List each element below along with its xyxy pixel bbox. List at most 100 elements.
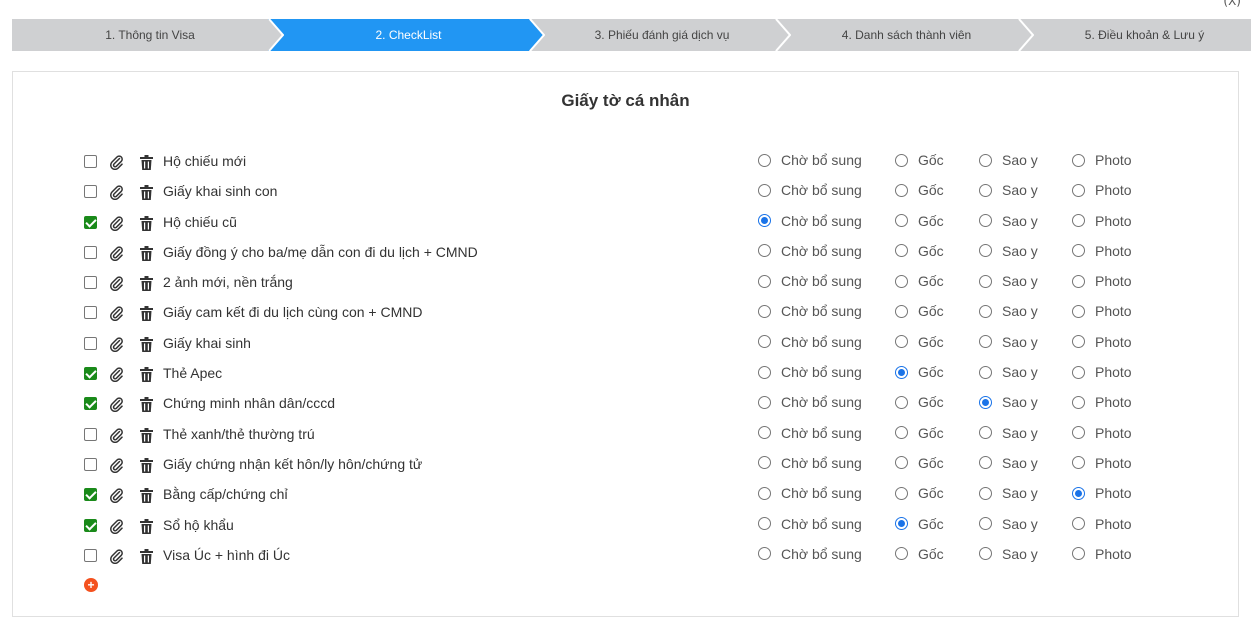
- status-radio[interactable]: [758, 395, 771, 409]
- status-option[interactable]: Sao y: [979, 423, 1038, 443]
- status-option[interactable]: Chờ bổ sung: [758, 423, 862, 443]
- document-checkbox[interactable]: [84, 367, 97, 381]
- trash-icon[interactable]: [140, 488, 153, 504]
- status-radio[interactable]: [979, 214, 992, 228]
- status-radio[interactable]: [895, 274, 908, 288]
- status-option[interactable]: Gốc: [895, 453, 944, 473]
- status-radio[interactable]: [1072, 456, 1085, 470]
- trash-icon[interactable]: [140, 518, 153, 534]
- status-radio[interactable]: [979, 547, 992, 561]
- status-option[interactable]: Gốc: [895, 423, 944, 443]
- paperclip-icon[interactable]: [109, 487, 123, 504]
- status-option[interactable]: Chờ bổ sung: [758, 514, 862, 534]
- status-option[interactable]: Photo: [1072, 271, 1132, 291]
- status-radio[interactable]: [895, 335, 908, 349]
- status-option[interactable]: Chờ bổ sung: [758, 241, 862, 261]
- status-radio[interactable]: [1072, 304, 1085, 318]
- trash-icon[interactable]: [140, 548, 153, 564]
- status-option[interactable]: Sao y: [979, 301, 1038, 321]
- paperclip-icon[interactable]: [109, 427, 123, 443]
- status-radio[interactable]: [1072, 214, 1085, 228]
- status-radio[interactable]: [979, 304, 992, 318]
- status-option[interactable]: Gốc: [895, 271, 944, 291]
- status-radio[interactable]: [1072, 335, 1085, 349]
- paperclip-icon[interactable]: [109, 396, 123, 413]
- status-radio[interactable]: [895, 183, 908, 197]
- status-radio[interactable]: [979, 183, 992, 197]
- document-checkbox[interactable]: [84, 185, 97, 199]
- document-checkbox[interactable]: [84, 155, 97, 168]
- status-option[interactable]: Chờ bổ sung: [758, 301, 862, 321]
- paperclip-icon[interactable]: [109, 154, 123, 171]
- status-option[interactable]: Sao y: [979, 362, 1038, 382]
- paperclip-icon[interactable]: [109, 548, 123, 564]
- status-option[interactable]: Gốc: [895, 544, 944, 564]
- document-checkbox[interactable]: [84, 336, 97, 350]
- status-option[interactable]: Chờ bổ sung: [758, 483, 862, 503]
- status-option[interactable]: Photo: [1072, 544, 1132, 564]
- step-4[interactable]: 4. Danh sách thành viên: [775, 19, 1032, 51]
- paperclip-icon[interactable]: [109, 457, 123, 474]
- trash-icon[interactable]: [140, 457, 153, 473]
- status-radio[interactable]: [758, 335, 771, 349]
- document-checkbox[interactable]: [84, 397, 97, 411]
- status-option[interactable]: Chờ bổ sung: [758, 453, 862, 473]
- status-option[interactable]: Gốc: [895, 241, 944, 261]
- trash-icon[interactable]: [140, 397, 153, 413]
- document-checkbox[interactable]: [84, 276, 97, 290]
- status-radio[interactable]: [758, 486, 771, 500]
- status-option[interactable]: Photo: [1072, 362, 1132, 382]
- trash-icon[interactable]: [140, 427, 153, 443]
- status-radio[interactable]: [895, 486, 908, 500]
- status-radio[interactable]: [895, 304, 908, 318]
- status-option[interactable]: Gốc: [895, 392, 944, 412]
- status-option[interactable]: Gốc: [895, 332, 944, 352]
- status-radio[interactable]: [895, 153, 908, 167]
- status-radio[interactable]: [895, 214, 908, 228]
- trash-icon[interactable]: [140, 155, 153, 170]
- document-checkbox[interactable]: [84, 518, 97, 532]
- status-option[interactable]: Sao y: [979, 241, 1038, 261]
- trash-icon[interactable]: [140, 306, 153, 322]
- status-radio[interactable]: [758, 214, 771, 228]
- document-checkbox[interactable]: [84, 245, 97, 259]
- trash-icon[interactable]: [140, 215, 153, 231]
- trash-icon[interactable]: [140, 276, 153, 292]
- status-radio[interactable]: [758, 274, 771, 288]
- status-option[interactable]: Photo: [1072, 392, 1132, 412]
- document-checkbox[interactable]: [84, 427, 97, 441]
- status-option[interactable]: Sao y: [979, 544, 1038, 564]
- status-radio[interactable]: [758, 304, 771, 318]
- paperclip-icon[interactable]: [109, 245, 123, 261]
- status-radio[interactable]: [758, 244, 771, 258]
- status-radio[interactable]: [758, 183, 771, 197]
- trash-icon[interactable]: [140, 367, 153, 383]
- status-option[interactable]: Chờ bổ sung: [758, 271, 862, 291]
- status-option[interactable]: Chờ bổ sung: [758, 392, 862, 412]
- status-radio[interactable]: [1072, 486, 1085, 500]
- status-option[interactable]: Photo: [1072, 423, 1132, 443]
- status-option[interactable]: Chờ bổ sung: [758, 180, 862, 200]
- status-option[interactable]: Sao y: [979, 392, 1038, 412]
- status-radio[interactable]: [979, 244, 992, 258]
- status-option[interactable]: Chờ bổ sung: [758, 211, 862, 231]
- status-radio[interactable]: [895, 244, 908, 258]
- status-option[interactable]: Gốc: [895, 211, 944, 231]
- status-radio[interactable]: [758, 365, 771, 379]
- status-option[interactable]: Chờ bổ sung: [758, 544, 862, 564]
- paperclip-icon[interactable]: [109, 184, 123, 201]
- status-radio[interactable]: [895, 456, 908, 470]
- status-option[interactable]: Photo: [1072, 241, 1132, 261]
- status-radio[interactable]: [1072, 244, 1085, 258]
- status-option[interactable]: Chờ bổ sung: [758, 362, 862, 382]
- status-radio[interactable]: [895, 517, 908, 531]
- document-checkbox[interactable]: [84, 215, 97, 229]
- status-radio[interactable]: [895, 547, 908, 561]
- status-radio[interactable]: [979, 456, 992, 470]
- status-radio[interactable]: [979, 486, 992, 500]
- status-option[interactable]: Gốc: [895, 180, 944, 200]
- status-option[interactable]: Sao y: [979, 211, 1038, 231]
- status-radio[interactable]: [1072, 365, 1085, 379]
- paperclip-icon[interactable]: [109, 215, 123, 231]
- status-option[interactable]: Photo: [1072, 453, 1132, 473]
